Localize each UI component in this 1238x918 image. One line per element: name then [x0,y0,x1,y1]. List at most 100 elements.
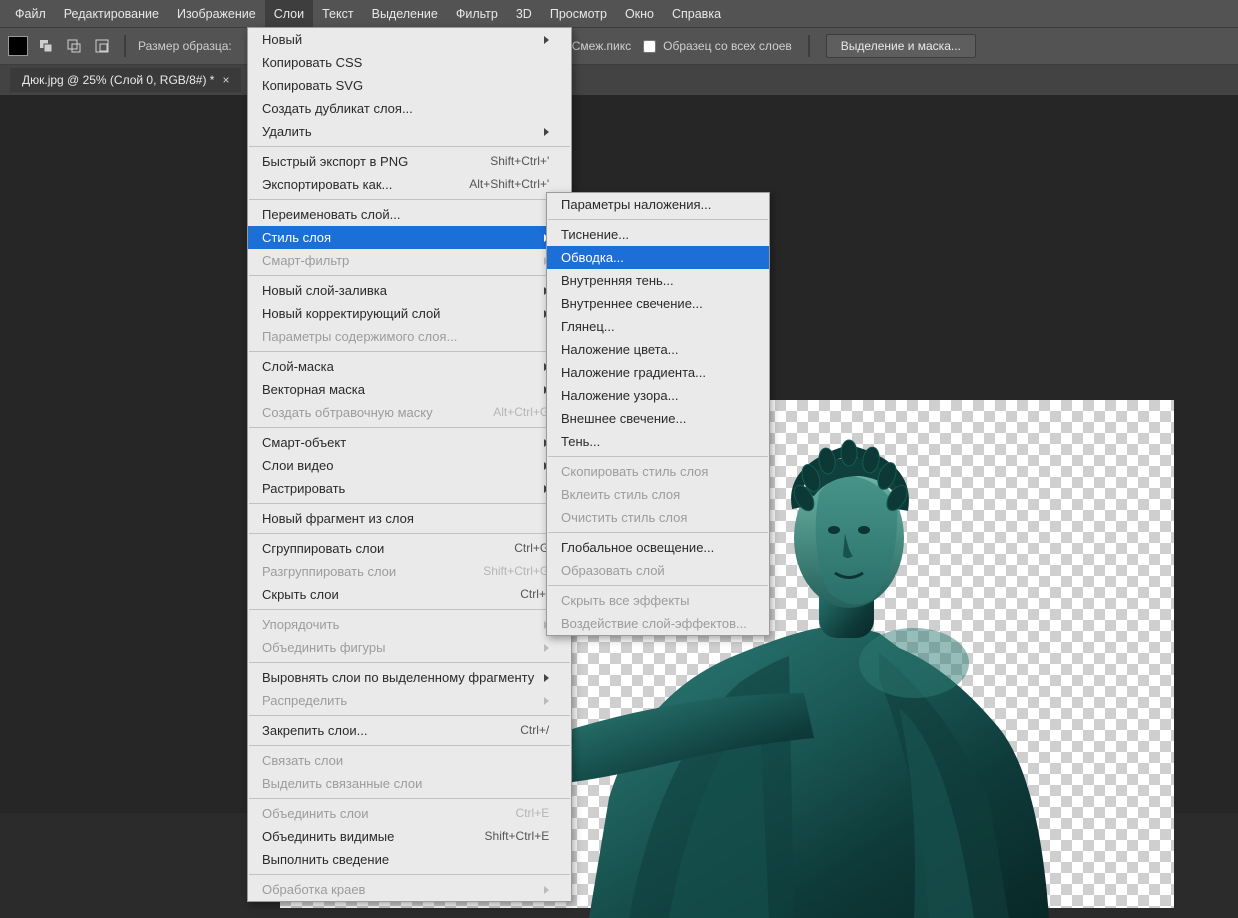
layers-menu-item[interactable]: Быстрый экспорт в PNG Shift+Ctrl+' [248,150,571,173]
layers-menu-item[interactable]: Слой-маска [248,355,571,378]
layers-menu-item[interactable]: Экспортировать как... Alt+Shift+Ctrl+' [248,173,571,196]
menu-item-label: Скопировать стиль слоя [561,463,708,480]
layers-menu-item[interactable]: Растрировать [248,477,571,500]
menu-item-label: Образовать слой [561,562,665,579]
layers-menu-item[interactable]: Смарт-объект [248,431,571,454]
menu-выделение[interactable]: Выделение [363,0,447,27]
layer-style-menu-item[interactable]: Внутреннее свечение... [547,292,769,315]
subtract-selection-icon[interactable] [92,36,112,56]
menu-item-label: Новый фрагмент из слоя [262,510,414,527]
menu-слои[interactable]: Слои [265,0,313,27]
layers-menu-item[interactable]: Новый корректирующий слой [248,302,571,325]
layers-menu-item[interactable]: Сгруппировать слоиCtrl+G [248,537,571,560]
menu-item-label: Быстрый экспорт в PNG [262,153,408,170]
layers-menu-item: Создать обтравочную маскуAlt+Ctrl+G [248,401,571,424]
layer-style-menu-item[interactable]: Наложение градиента... [547,361,769,384]
layers-menu-item[interactable]: Копировать CSS [248,51,571,74]
menu-изображение[interactable]: Изображение [168,0,265,27]
layer-style-menu-item[interactable]: Наложение узора... [547,384,769,407]
menu-item-label: Копировать CSS [262,54,362,71]
layer-style-submenu[interactable]: Параметры наложения... Тиснение... Обводка… [546,192,770,636]
layer-style-menu-item[interactable]: Внешнее свечение... [547,407,769,430]
menu-item-label: Внутреннее свечение... [561,295,703,312]
menu-item-shortcut: Alt+Shift+Ctrl+' [439,176,549,193]
menu-item-label: Скрыть слои [262,586,339,603]
menu-item-label: Экспортировать как... [262,176,392,193]
sample-size-label: Размер образца: [138,39,232,53]
layers-menu-item[interactable]: Новый слой-заливка [248,279,571,302]
add-selection-icon[interactable] [64,36,84,56]
menu-item-label: Очистить стиль слоя [561,509,687,526]
layers-menu-item[interactable]: Переименовать слой... [248,203,571,226]
layers-menu[interactable]: НовыйКопировать CSSКопировать SVGСоздать… [247,27,572,902]
menu-item-label: Слои видео [262,457,333,474]
menu-item-label: Параметры содержимого слоя... [262,328,457,345]
layers-menu-item[interactable]: Скрыть слоиCtrl+, [248,583,571,606]
layers-menu-item[interactable]: Удалить [248,120,571,143]
layer-style-menu-item[interactable]: Тень... [547,430,769,453]
foreground-swatch[interactable] [8,36,28,56]
select-and-mask-button[interactable]: Выделение и маска... [826,34,976,58]
menu-просмотр[interactable]: Просмотр [541,0,616,27]
layers-menu-item[interactable]: Выровнять слои по выделенному фрагменту [248,666,571,689]
layer-style-menu-item[interactable]: Глянец... [547,315,769,338]
submenu-arrow-icon [544,674,549,682]
new-selection-icon[interactable] [36,36,56,56]
menu-item-label: Слой-маска [262,358,334,375]
layers-menu-item[interactable]: Слои видео [248,454,571,477]
layers-menu-item: Разгруппировать слоиShift+Ctrl+G [248,560,571,583]
options-bar: Размер образца: Смеж.пикс Образец со все… [0,28,1238,65]
menu-3d[interactable]: 3D [507,0,541,27]
layers-menu-item: Обработка краев [248,878,571,901]
layer-style-menu-item[interactable]: Глобальное освещение... [547,536,769,559]
layer-style-menu-item: Вклеить стиль слоя [547,483,769,506]
menu-item-label: Распределить [262,692,347,709]
layer-style-menu-item: Скопировать стиль слоя [547,460,769,483]
menu-окно[interactable]: Окно [616,0,663,27]
menu-текст[interactable]: Текст [313,0,362,27]
layers-menu-item[interactable]: Векторная маска [248,378,571,401]
menu-редактирование[interactable]: Редактирование [55,0,168,27]
layers-menu-item: Объединить фигуры [248,636,571,659]
submenu-arrow-icon [544,36,549,44]
menu-item-label: Обводка... [561,249,624,266]
layers-menu-item[interactable]: Объединить видимыеShift+Ctrl+E [248,825,571,848]
layers-menu-item[interactable]: Выполнить сведение [248,848,571,871]
submenu-arrow-icon [544,886,549,894]
menu-item-label: Наложение цвета... [561,341,679,358]
layer-style-menu-item[interactable]: Внутренняя тень... [547,269,769,292]
menu-item-label: Глобальное освещение... [561,539,714,556]
layers-menu-item: Упорядочить [248,613,571,636]
layers-menu-item[interactable]: Новый фрагмент из слоя [248,507,571,530]
menu-item-label: Глянец... [561,318,615,335]
layer-style-menu-item[interactable]: Обводка... [547,246,769,269]
layer-style-menu-item[interactable]: Параметры наложения... [547,193,769,216]
layers-menu-item[interactable]: Новый [248,28,571,51]
layers-menu-item: Смарт-фильтр [248,249,571,272]
document-tab-bar: Дюк.jpg @ 25% (Слой 0, RGB/8#) * × [0,65,1238,96]
layer-style-menu-item[interactable]: Тиснение... [547,223,769,246]
menu-item-label: Связать слои [262,752,343,769]
menu-item-label: Новый слой-заливка [262,282,387,299]
menu-справка[interactable]: Справка [663,0,730,27]
close-icon[interactable]: × [222,73,229,87]
layer-style-menu-item: Образовать слой [547,559,769,582]
document-tab[interactable]: Дюк.jpg @ 25% (Слой 0, RGB/8#) * × [10,68,241,92]
menu-item-label: Выделить связанные слои [262,775,422,792]
menu-item-label: Объединить фигуры [262,639,385,656]
layer-style-menu-item[interactable]: Наложение цвета... [547,338,769,361]
menu-фильтр[interactable]: Фильтр [447,0,507,27]
layers-menu-item[interactable]: Копировать SVG [248,74,571,97]
layers-menu-item[interactable]: Закрепить слои...Ctrl+/ [248,719,571,742]
menu-item-label: Смарт-фильтр [262,252,349,269]
menu-item-shortcut: Shift+Ctrl+' [460,153,549,170]
all-layers-checkbox[interactable]: Образец со всех слоев [639,37,792,56]
menu-item-label: Вклеить стиль слоя [561,486,680,503]
layers-menu-item[interactable]: Создать дубликат слоя... [248,97,571,120]
menu-item-label: Наложение узора... [561,387,678,404]
menu-файл[interactable]: Файл [6,0,55,27]
menu-item-label: Векторная маска [262,381,365,398]
layers-menu-item[interactable]: Стиль слоя [248,226,571,249]
menu-item-label: Скрыть все эффекты [561,592,689,609]
menu-item-shortcut: Ctrl+/ [490,722,549,739]
